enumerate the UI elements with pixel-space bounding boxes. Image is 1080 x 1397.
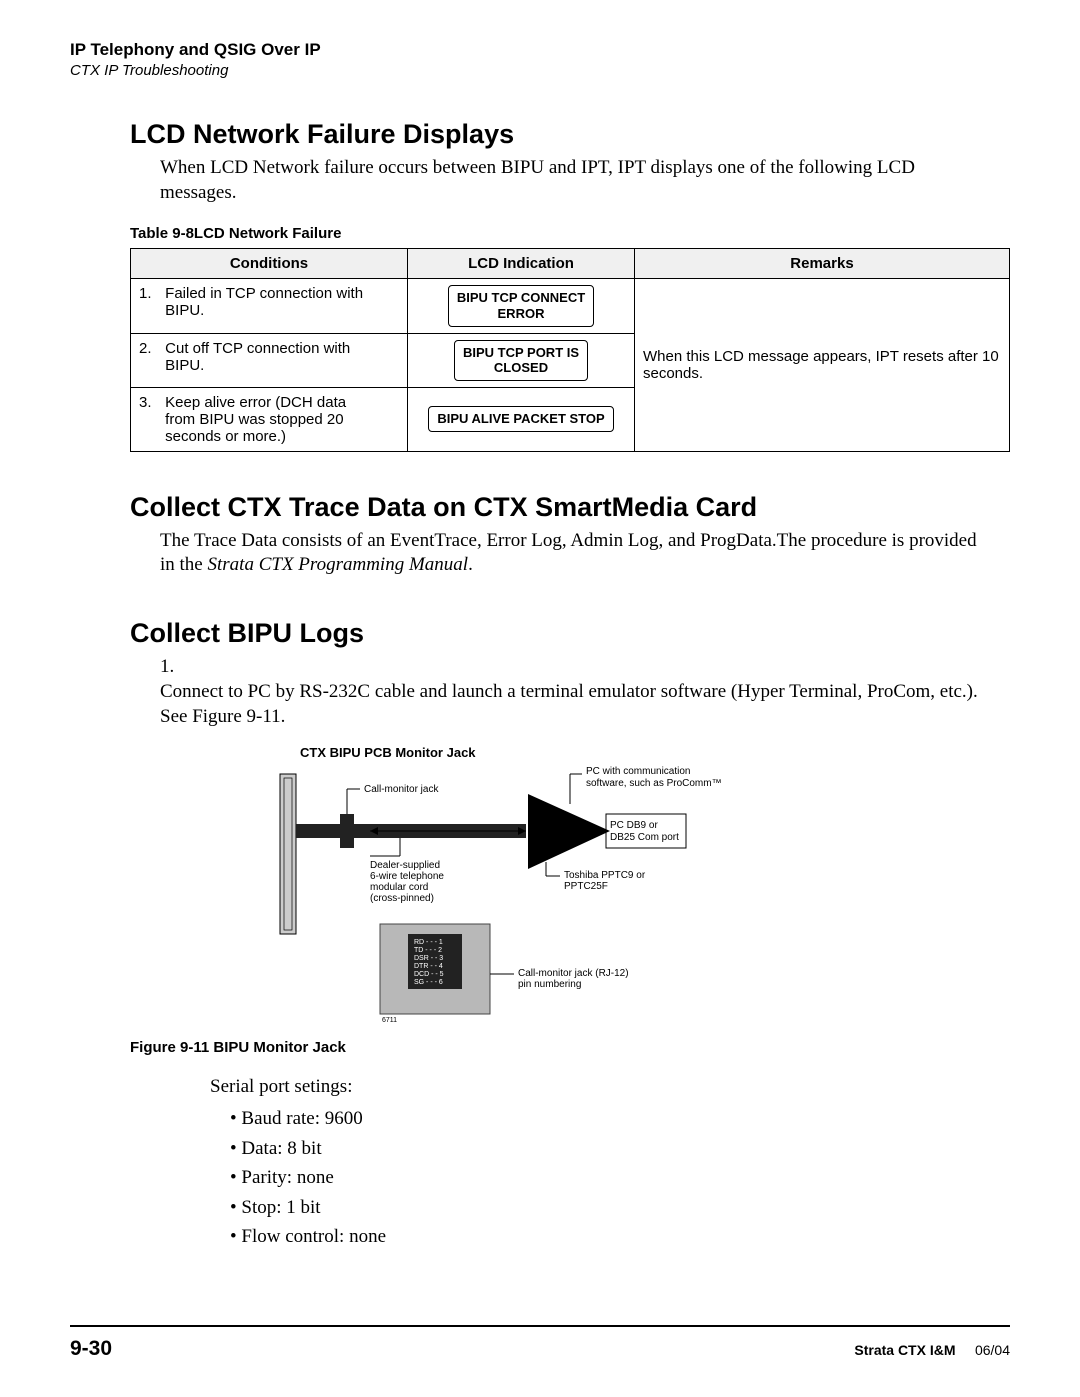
page-footer: 9-30 Strata CTX I&M 06/04 — [70, 1325, 1010, 1361]
lcd-failure-table: Conditions LCD Indication Remarks 1. Fai… — [130, 248, 1010, 451]
label-toshiba-1: Toshiba PPTC9 or — [564, 870, 646, 881]
label-dealer-4: (cross-pinned) — [370, 893, 434, 904]
row-cond: Cut off TCP connection with BIPU. — [165, 340, 365, 374]
paragraph-trace: The Trace Data consists of an EventTrace… — [160, 529, 980, 578]
label-toshiba-2: PPTC25F — [564, 881, 608, 892]
label-db9-2: DB25 Com port — [610, 832, 679, 843]
list-item: Flow control: none — [230, 1222, 1010, 1251]
heading-bipu-logs: Collect BIPU Logs — [130, 618, 1010, 649]
footer-manual: Strata CTX I&M — [854, 1342, 955, 1358]
paragraph-lcd-intro: When LCD Network failure occurs between … — [160, 156, 980, 205]
heading-trace-data: Collect CTX Trace Data on CTX SmartMedia… — [130, 492, 1010, 523]
table-row: 1. Failed in TCP connection with BIPU. B… — [131, 279, 1010, 333]
header-title: IP Telephony and QSIG Over IP — [70, 40, 1010, 60]
label-pc-comm-1: PC with communication — [586, 766, 690, 777]
figure-number-small: 6711 — [382, 1017, 397, 1024]
remarks-cell: When this LCD message appears, IPT reset… — [635, 279, 1010, 451]
row-num: 2. — [139, 340, 161, 357]
row-num: 1. — [139, 285, 161, 302]
lcd-box: BIPU ALIVE PACKET STOP — [428, 406, 613, 432]
lcd-box: BIPU TCP CONNECT ERROR — [448, 285, 594, 326]
pin-5: DCD - - 5 — [414, 971, 444, 978]
figure-caption: Figure 9-11 BIPU Monitor Jack — [130, 1039, 1010, 1056]
footer-date: 06/04 — [975, 1342, 1010, 1358]
lcd-line1: BIPU TCP CONNECT — [457, 290, 585, 305]
list-item: Data: 8 bit — [230, 1134, 1010, 1163]
serial-intro: Serial port setings: — [210, 1076, 980, 1098]
th-lcd: LCD Indication — [408, 249, 635, 279]
figure-title: CTX BIPU PCB Monitor Jack — [300, 745, 830, 760]
label-rj-2: pin numbering — [518, 979, 581, 990]
step-num: 1. — [160, 655, 184, 680]
label-rj-1: Call-monitor jack (RJ-12) — [518, 968, 629, 979]
pin-2: TD - - - 2 — [414, 947, 442, 954]
th-remarks: Remarks — [635, 249, 1010, 279]
figure-bipu-jack: CTX BIPU PCB Monitor Jack Call-monitor j… — [270, 745, 830, 1029]
pin-1: RD - - - 1 — [414, 939, 443, 946]
list-item: Parity: none — [230, 1163, 1010, 1192]
label-pc-comm-2: software, such as ProComm™ — [586, 778, 722, 789]
page-number: 9-30 — [70, 1337, 112, 1361]
figure-ref: Figure 9-11. — [192, 706, 285, 727]
pin-3: DSR - - 3 — [414, 955, 443, 962]
label-db9-1: PC DB9 or — [610, 820, 658, 831]
trace-text-c: . — [468, 554, 473, 575]
trace-manual-ref: Strata CTX Programming Manual — [208, 554, 469, 575]
lcd-box: BIPU TCP PORT IS CLOSED — [454, 340, 588, 381]
row-num: 3. — [139, 394, 161, 411]
list-item: Stop: 1 bit — [230, 1193, 1010, 1222]
pin-6: SG - - - 6 — [414, 979, 443, 986]
th-conditions: Conditions — [131, 249, 408, 279]
row-cond: Failed in TCP connection with BIPU. — [165, 285, 365, 319]
table-caption: Table 9-8LCD Network Failure — [130, 225, 1010, 242]
lcd-line1: BIPU ALIVE PACKET STOP — [437, 411, 604, 426]
header-subtitle: CTX IP Troubleshooting — [70, 62, 1010, 79]
label-call-monitor: Call-monitor jack — [364, 784, 439, 795]
pin-4: DTR - - 4 — [414, 963, 443, 970]
serial-settings-list: Baud rate: 9600 Data: 8 bit Parity: none… — [230, 1104, 1010, 1251]
row-cond: Keep alive error (DCH data from BIPU was… — [165, 394, 365, 445]
label-dealer-3: modular cord — [370, 882, 428, 893]
list-item: Baud rate: 9600 — [230, 1104, 1010, 1133]
lcd-line2: CLOSED — [494, 360, 548, 375]
label-dealer-2: 6-wire telephone — [370, 871, 444, 882]
heading-lcd-failure: LCD Network Failure Displays — [130, 119, 1010, 150]
step-1: 1. Connect to PC by RS-232C cable and la… — [160, 655, 980, 729]
lcd-line2: ERROR — [498, 306, 545, 321]
lcd-line1: BIPU TCP PORT IS — [463, 345, 579, 360]
label-dealer-1: Dealer-supplied — [370, 860, 440, 871]
